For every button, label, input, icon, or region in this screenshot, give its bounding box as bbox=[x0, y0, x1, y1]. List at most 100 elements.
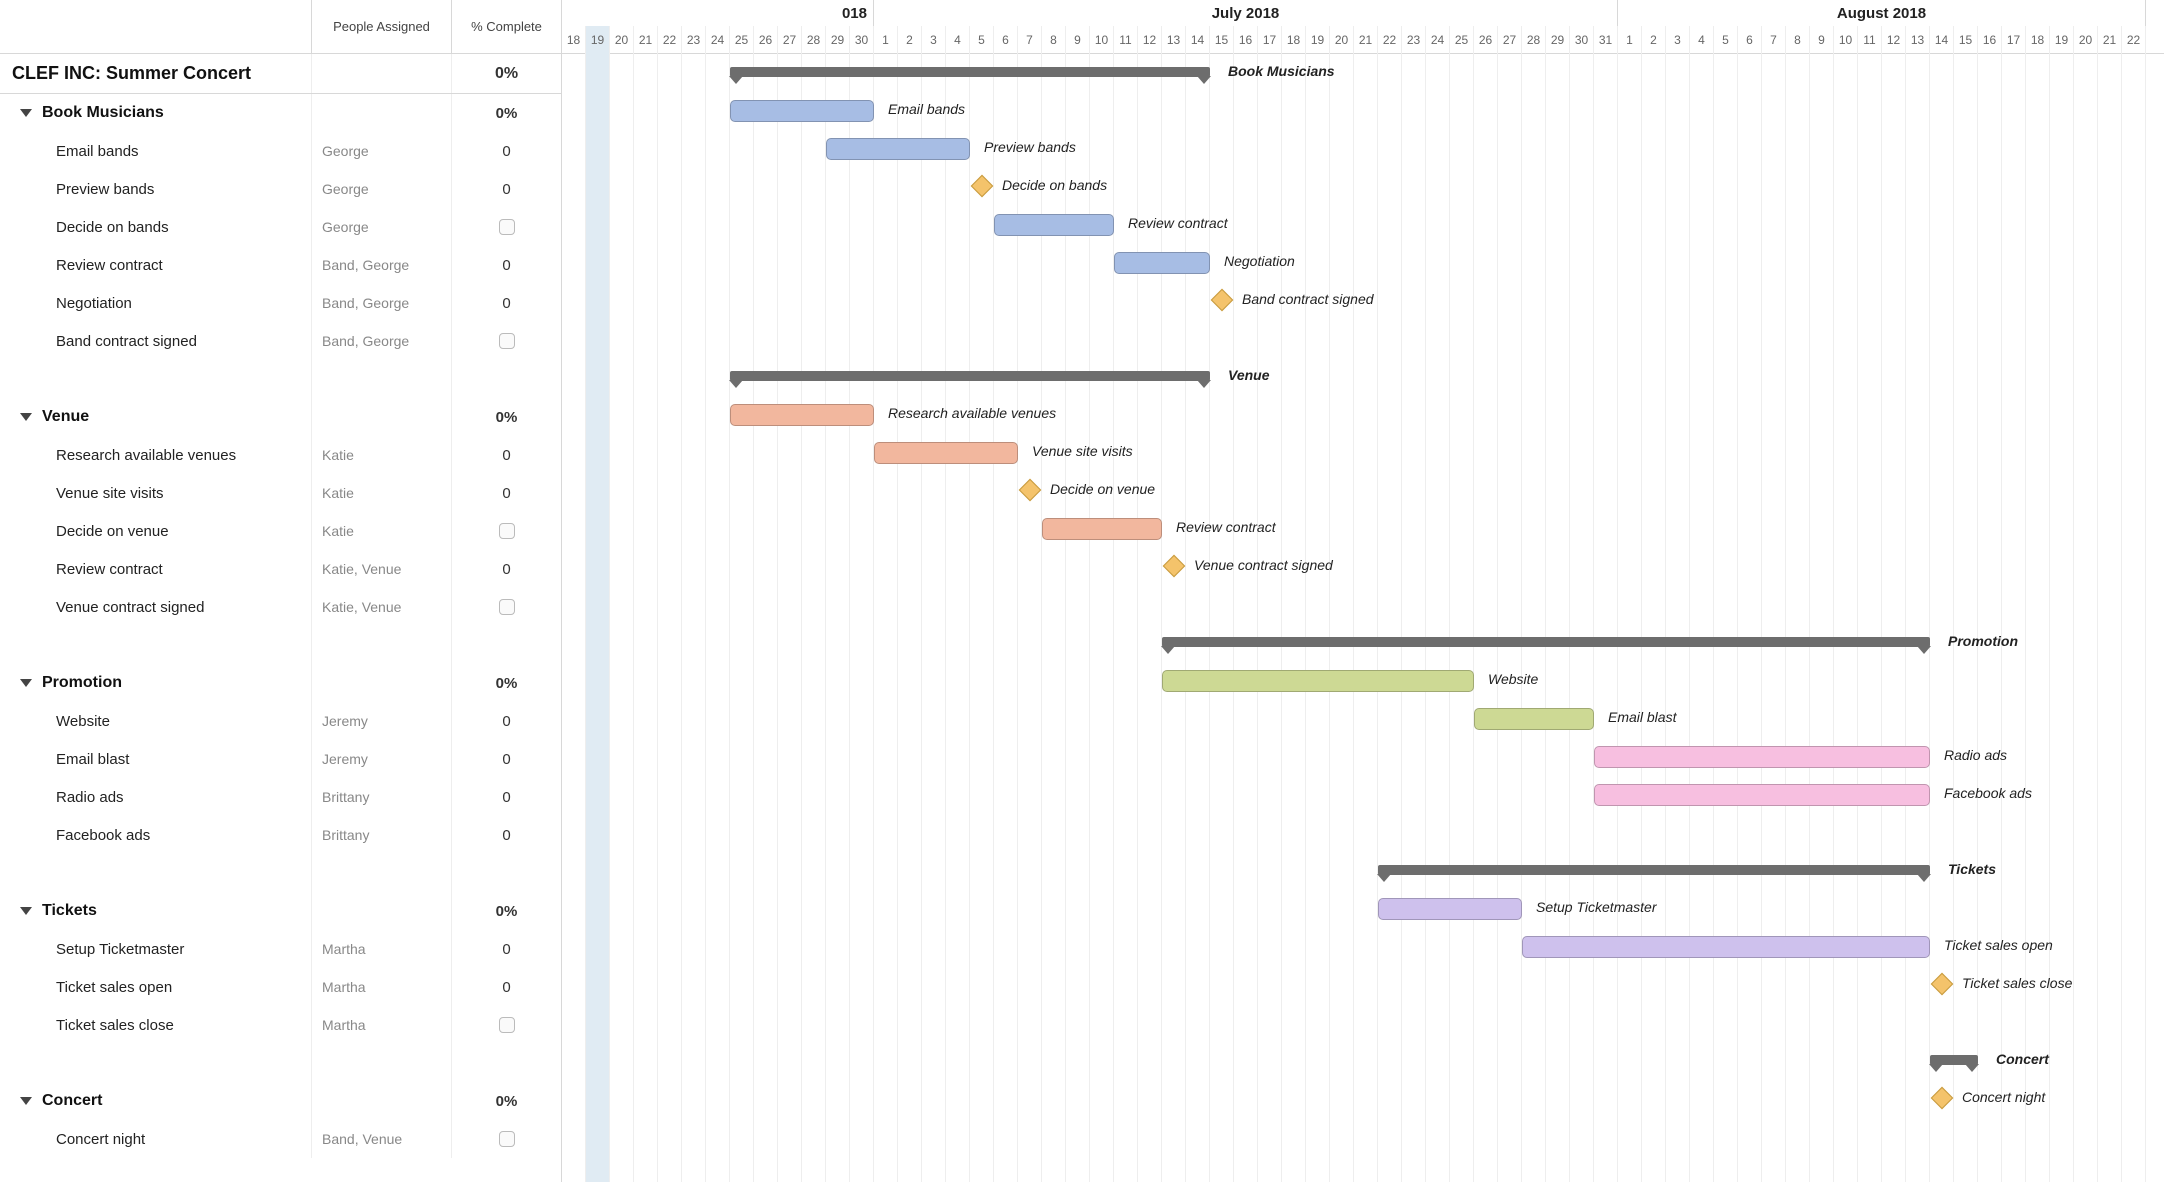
milestone-icon[interactable] bbox=[971, 175, 994, 198]
day-label: 22 bbox=[2122, 26, 2146, 54]
day-label: 10 bbox=[1090, 26, 1114, 54]
row-people: Brittany bbox=[311, 816, 451, 854]
task-row[interactable]: Venue contract signed Katie, Venue bbox=[0, 588, 561, 626]
day-label: 18 bbox=[1282, 26, 1306, 54]
task-row[interactable]: Facebook ads Brittany 0 bbox=[0, 816, 561, 854]
collapse-caret-icon[interactable] bbox=[20, 413, 32, 421]
collapse-caret-icon[interactable] bbox=[20, 109, 32, 117]
task-row[interactable]: Venue site visits Katie 0 bbox=[0, 474, 561, 512]
group-row[interactable]: Promotion 0% bbox=[0, 664, 561, 702]
milestone-icon[interactable] bbox=[1931, 973, 1954, 996]
bar-label: Concert night bbox=[1962, 1089, 2045, 1105]
group-row[interactable]: Book Musicians 0% bbox=[0, 94, 561, 132]
group-row[interactable]: Tickets 0% bbox=[0, 892, 561, 930]
task-row[interactable]: Email blast Jeremy 0 bbox=[0, 740, 561, 778]
task-row[interactable]: Website Jeremy 0 bbox=[0, 702, 561, 740]
row-people: Band, George bbox=[311, 322, 451, 360]
task-bar[interactable] bbox=[994, 214, 1114, 236]
day-label: 23 bbox=[682, 26, 706, 54]
summary-bar[interactable] bbox=[1162, 637, 1930, 647]
group-row[interactable]: Venue 0% bbox=[0, 398, 561, 436]
task-row[interactable]: Concert night Band, Venue bbox=[0, 1120, 561, 1158]
complete-checkbox[interactable] bbox=[499, 1131, 515, 1147]
milestone-icon[interactable] bbox=[1211, 289, 1234, 312]
day-label: 29 bbox=[826, 26, 850, 54]
task-row[interactable]: Email bands George 0 bbox=[0, 132, 561, 170]
task-row[interactable]: Ticket sales open Martha 0 bbox=[0, 968, 561, 1006]
task-row[interactable]: Setup Ticketmaster Martha 0 bbox=[0, 930, 561, 968]
row-people: Katie bbox=[311, 474, 451, 512]
task-bar[interactable] bbox=[730, 100, 874, 122]
collapse-caret-icon[interactable] bbox=[20, 679, 32, 687]
day-label: 15 bbox=[1210, 26, 1234, 54]
summary-bar[interactable] bbox=[1378, 865, 1930, 875]
task-row[interactable]: Negotiation Band, George 0 bbox=[0, 284, 561, 322]
complete-value: 0% bbox=[496, 675, 518, 692]
day-label: 1 bbox=[1618, 26, 1642, 54]
day-label: 11 bbox=[1114, 26, 1138, 54]
spacer-row bbox=[562, 320, 2164, 358]
timeline-row: Concert bbox=[562, 1042, 2164, 1080]
timeline-row: Concert night bbox=[562, 1080, 2164, 1118]
task-row[interactable]: Band contract signed Band, George bbox=[0, 322, 561, 360]
task-row[interactable]: Ticket sales close Martha bbox=[0, 1006, 561, 1044]
summary-bar[interactable] bbox=[730, 67, 1210, 77]
complete-value: 0 bbox=[502, 143, 510, 160]
row-people: Katie bbox=[311, 436, 451, 474]
task-bar[interactable] bbox=[1594, 784, 1930, 806]
complete-checkbox[interactable] bbox=[499, 599, 515, 615]
day-label: 30 bbox=[850, 26, 874, 54]
task-bar[interactable] bbox=[1378, 898, 1522, 920]
complete-value: 0% bbox=[496, 1093, 518, 1110]
day-label: 18 bbox=[562, 26, 586, 54]
complete-value: 0 bbox=[502, 979, 510, 996]
summary-bar[interactable] bbox=[730, 371, 1210, 381]
task-bar[interactable] bbox=[1594, 746, 1930, 768]
milestone-icon[interactable] bbox=[1931, 1087, 1954, 1110]
group-row[interactable]: Concert 0% bbox=[0, 1082, 561, 1120]
collapse-caret-icon[interactable] bbox=[20, 1097, 32, 1105]
summary-bar[interactable] bbox=[1930, 1055, 1978, 1065]
task-row[interactable]: Preview bands George 0 bbox=[0, 170, 561, 208]
task-row[interactable]: Research available venues Katie 0 bbox=[0, 436, 561, 474]
spacer-row bbox=[562, 814, 2164, 852]
complete-checkbox[interactable] bbox=[499, 1017, 515, 1033]
task-bar[interactable] bbox=[1522, 936, 1930, 958]
complete-value: 0% bbox=[496, 409, 518, 426]
complete-value: 0 bbox=[502, 789, 510, 806]
task-row[interactable]: Decide on bands George bbox=[0, 208, 561, 246]
task-row[interactable]: Review contract Band, George 0 bbox=[0, 246, 561, 284]
task-bar[interactable] bbox=[1162, 670, 1474, 692]
spacer-row bbox=[0, 1044, 561, 1082]
bar-label: Setup Ticketmaster bbox=[1536, 899, 1656, 915]
task-bar[interactable] bbox=[874, 442, 1018, 464]
task-bar[interactable] bbox=[1042, 518, 1162, 540]
timeline[interactable]: 018July 2018August 2018 1819202122232425… bbox=[562, 0, 2164, 1182]
complete-checkbox[interactable] bbox=[499, 333, 515, 349]
task-row[interactable]: Review contract Katie, Venue 0 bbox=[0, 550, 561, 588]
task-row[interactable]: Decide on venue Katie bbox=[0, 512, 561, 550]
task-bar[interactable] bbox=[1114, 252, 1210, 274]
row-name: Tickets bbox=[42, 902, 97, 920]
complete-checkbox[interactable] bbox=[499, 523, 515, 539]
row-people: George bbox=[311, 170, 451, 208]
day-label: 10 bbox=[1834, 26, 1858, 54]
complete-checkbox[interactable] bbox=[499, 219, 515, 235]
project-row[interactable]: CLEF INC: Summer Concert 0% bbox=[0, 54, 561, 94]
task-bar[interactable] bbox=[730, 404, 874, 426]
collapse-caret-icon[interactable] bbox=[20, 907, 32, 915]
task-bar[interactable] bbox=[826, 138, 970, 160]
col-complete: % Complete bbox=[451, 0, 561, 53]
row-name: Concert night bbox=[56, 1131, 145, 1148]
spacer-row bbox=[0, 854, 561, 892]
row-people bbox=[311, 1082, 451, 1120]
task-row[interactable]: Radio ads Brittany 0 bbox=[0, 778, 561, 816]
complete-value: 0 bbox=[502, 257, 510, 274]
bar-label: Band contract signed bbox=[1242, 291, 1374, 307]
row-name: Venue contract signed bbox=[56, 599, 204, 616]
milestone-icon[interactable] bbox=[1019, 479, 1042, 502]
row-name: Preview bands bbox=[56, 181, 154, 198]
timeline-row: Research available venues bbox=[562, 396, 2164, 434]
task-bar[interactable] bbox=[1474, 708, 1594, 730]
milestone-icon[interactable] bbox=[1163, 555, 1186, 578]
